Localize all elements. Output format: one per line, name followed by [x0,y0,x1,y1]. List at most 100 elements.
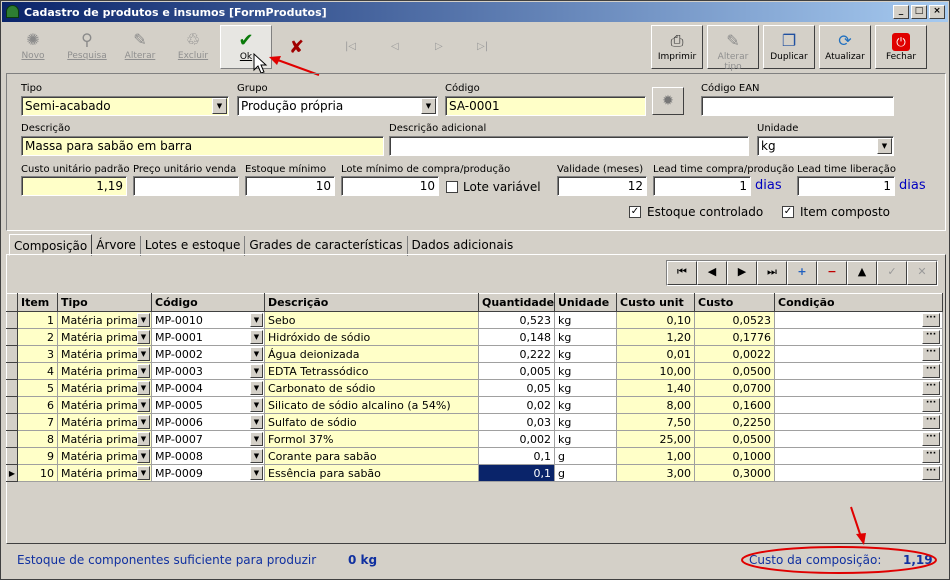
cell-descricao[interactable]: Sebo [264,311,479,329]
cell-item[interactable]: 2 [17,328,58,346]
ellipsis-button[interactable]: ··· [922,466,940,480]
cell-item[interactable]: 10 [17,464,58,482]
header-quantidade[interactable]: Quantidade [478,293,555,312]
cell-condicao[interactable]: ··· [774,447,943,465]
cell-tipo[interactable]: Matéria prima ▼ [57,464,152,482]
cell-tipo[interactable]: Matéria prima ▼ [57,362,152,380]
cell-condicao[interactable]: ··· [774,345,943,363]
chevron-down-icon[interactable]: ▼ [137,432,150,446]
cell-codigo[interactable]: MP-0009 ▼ [151,464,265,482]
cell-custo-unit[interactable]: 0,01 [616,345,695,363]
unidade-select[interactable]: kg ▼ [757,136,894,156]
cell-custo[interactable]: 0,2250 [694,413,775,431]
cell-item[interactable]: 1 [17,311,58,329]
cell-custo-unit[interactable]: 10,00 [616,362,695,380]
chevron-down-icon[interactable]: ▼ [877,138,892,154]
excluir-button[interactable]: ♲ Excluir [167,25,219,69]
minimize-button[interactable]: _ [893,5,909,19]
cell-custo-unit[interactable]: 1,40 [616,379,695,397]
lote-variavel-checkbox[interactable] [446,181,458,193]
chevron-down-icon[interactable]: ▼ [421,98,436,114]
chevron-down-icon[interactable]: ▼ [250,398,263,412]
header-tipo[interactable]: Tipo [57,293,152,312]
cell-item[interactable]: 5 [17,379,58,397]
maximize-button[interactable]: □ [911,5,927,19]
cell-descricao[interactable]: EDTA Tetrassódico [264,362,479,380]
cell-condicao[interactable]: ··· [774,430,943,448]
cell-custo-unit[interactable]: 7,50 [616,413,695,431]
table-row[interactable]: 8 Matéria prima ▼ MP-0007 ▼ Formol 37% 0,002 kg… [6,430,943,448]
header-descricao[interactable]: Descrição [264,293,479,312]
cell-tipo[interactable]: Matéria prima ▼ [57,430,152,448]
cell-codigo[interactable]: MP-0002 ▼ [151,345,265,363]
cell-condicao[interactable]: ··· [774,464,943,482]
header-custo-unit[interactable]: Custo unit [616,293,695,312]
cell-unidade[interactable]: kg [554,362,617,380]
cell-item[interactable]: 3 [17,345,58,363]
cell-codigo[interactable]: MP-0001 ▼ [151,328,265,346]
prev-record-icon[interactable]: ◁ [391,41,399,52]
ellipsis-button[interactable]: ··· [922,364,940,378]
cell-custo-unit[interactable]: 1,20 [616,328,695,346]
header-item[interactable]: Item [17,293,58,312]
row-indicator[interactable] [6,413,18,431]
grupo-select[interactable]: Produção própria ▼ [237,96,438,116]
cell-codigo[interactable]: MP-0008 ▼ [151,447,265,465]
cell-quantidade[interactable]: 0,005 [478,362,555,380]
lead-lib-field[interactable]: 1 [797,176,895,196]
chevron-down-icon[interactable]: ▼ [250,330,263,344]
cell-quantidade[interactable]: 0,1 [478,447,555,465]
row-indicator[interactable] [6,362,18,380]
close-button[interactable]: × [929,5,945,19]
lote-min-field[interactable]: 10 [341,176,439,196]
cell-item[interactable]: 4 [17,362,58,380]
ellipsis-button[interactable]: ··· [922,449,940,463]
cell-unidade[interactable]: kg [554,413,617,431]
table-row[interactable]: 4 Matéria prima ▼ MP-0003 ▼ EDTA Tetrassódico… [6,362,943,380]
cell-unidade[interactable]: kg [554,379,617,397]
grid-last-button[interactable]: ⏭ [757,261,787,285]
validade-field[interactable]: 12 [557,176,647,196]
cell-custo[interactable]: 0,1600 [694,396,775,414]
atualizar-button[interactable]: ⟳ Atualizar [819,25,871,69]
estoque-controlado-checkbox[interactable]: ✓ [629,206,641,218]
cell-condicao[interactable]: ··· [774,379,943,397]
ellipsis-button[interactable]: ··· [922,347,940,361]
desc-adic-field[interactable] [389,136,749,156]
cell-condicao[interactable]: ··· [774,362,943,380]
cell-quantidade[interactable]: 0,148 [478,328,555,346]
header-unidade[interactable]: Unidade [554,293,617,312]
cell-unidade[interactable]: g [554,447,617,465]
cell-tipo[interactable]: Matéria prima ▼ [57,311,152,329]
cell-custo[interactable]: 0,0523 [694,311,775,329]
grid-post-button[interactable]: ✓ [877,261,907,285]
custo-field[interactable]: 1,19 [21,176,127,196]
cell-custo[interactable]: 0,1776 [694,328,775,346]
duplicar-button[interactable]: ❐ Duplicar [763,25,815,69]
row-indicator[interactable] [6,345,18,363]
tab-grades[interactable]: Grades de características [245,236,408,256]
cell-tipo[interactable]: Matéria prima ▼ [57,379,152,397]
ellipsis-button[interactable]: ··· [922,381,940,395]
header-custo[interactable]: Custo [694,293,775,312]
cell-custo-unit[interactable]: 8,00 [616,396,695,414]
cell-condicao[interactable]: ··· [774,311,943,329]
grid-edit-button[interactable]: ▲ [847,261,877,285]
cell-descricao[interactable]: Sulfato de sódio [264,413,479,431]
chevron-down-icon[interactable]: ▼ [137,466,150,480]
item-composto-checkbox[interactable]: ✓ [782,206,794,218]
cell-unidade[interactable]: kg [554,311,617,329]
cell-condicao[interactable]: ··· [774,413,943,431]
tab-dados-adicionais[interactable]: Dados adicionais [408,236,518,256]
chevron-down-icon[interactable]: ▼ [250,313,263,327]
generate-code-button[interactable]: ✹ [652,87,684,115]
cell-quantidade[interactable]: 0,05 [478,379,555,397]
tipo-select[interactable]: Semi-acabado ▼ [21,96,229,116]
cell-tipo[interactable]: Matéria prima ▼ [57,413,152,431]
cell-descricao[interactable]: Essência para sabão [264,464,479,482]
cell-codigo[interactable]: MP-0005 ▼ [151,396,265,414]
cell-item[interactable]: 9 [17,447,58,465]
cell-custo-unit[interactable]: 25,00 [616,430,695,448]
cell-quantidade[interactable]: 0,1 [478,464,555,482]
descricao-field[interactable]: Massa para sabão em barra [21,136,384,156]
